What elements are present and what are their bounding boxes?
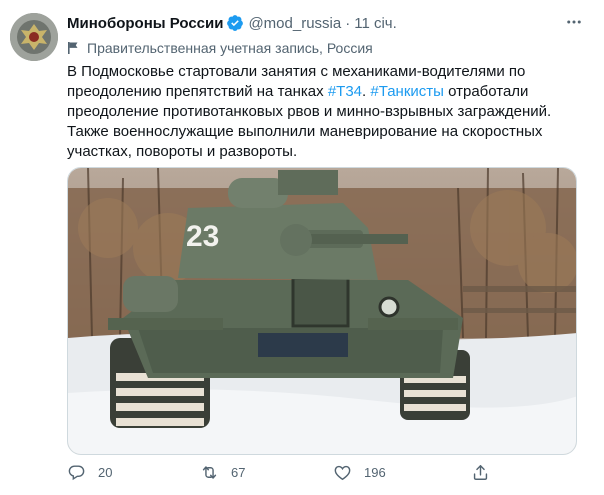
reply-count: 20: [98, 465, 113, 480]
verified-badge-icon: [227, 15, 244, 31]
separator-dot: ·: [345, 14, 351, 32]
avatar[interactable]: [10, 13, 58, 61]
like-count: 196: [364, 465, 386, 480]
more-dots-icon: [567, 20, 581, 24]
tweet-text-line: преодоление противотанковых рвов и минно…: [67, 103, 552, 120]
tweet-text-fragment: преодолению препятствий на танках: [67, 83, 328, 100]
reply-icon: [68, 465, 85, 481]
author-handle[interactable]: @mod_russia: [248, 15, 341, 32]
tweet-text: В Подмосковье стартовали занятия с механ…: [67, 62, 582, 162]
share-button[interactable]: [471, 463, 502, 482]
tweet-photo[interactable]: 23: [67, 167, 577, 455]
like-button[interactable]: 196: [333, 463, 386, 482]
tweet-header: Минобороны России @mod_russia · 11 січ.: [67, 13, 397, 33]
share-icon: [473, 465, 488, 480]
reply-button[interactable]: 20: [67, 463, 112, 482]
government-label-text: Правительственная учетная запись, Россия: [87, 40, 373, 56]
tweet-text-line: преодолению препятствий на танках #Т34. …: [67, 82, 582, 102]
retweet-count: 67: [231, 465, 246, 480]
more-options-button[interactable]: [562, 12, 586, 32]
tweet-actions: 20 67 196: [67, 463, 537, 483]
retweet-button[interactable]: 67: [200, 463, 245, 482]
turret-number: 23: [186, 220, 219, 253]
tweet-text-fragment: отработали: [443, 83, 529, 100]
tweet[interactable]: Минобороны России @mod_russia · 11 січ. …: [0, 0, 604, 495]
flag-icon: [68, 42, 78, 54]
author-name[interactable]: Минобороны России: [67, 15, 223, 32]
retweet-icon: [202, 466, 217, 479]
tweet-text-line: Также военнослужащие выполнили маневриро…: [67, 123, 543, 140]
government-account-label[interactable]: Правительственная учетная запись, Россия: [67, 40, 373, 56]
tweet-timestamp[interactable]: 11 січ.: [354, 15, 397, 32]
tank-photo-illustration: 23: [68, 168, 576, 454]
ministry-emblem-icon: [10, 13, 58, 61]
tweet-text-line: В Подмосковье стартовали занятия с механ…: [67, 63, 526, 80]
heart-icon: [334, 465, 351, 481]
tweet-text-line: участках, повороты и развороты.: [67, 143, 298, 160]
hashtag-link-t34[interactable]: #Т34: [328, 83, 362, 100]
hashtag-link-tankisty[interactable]: #Танкисты: [370, 83, 444, 100]
